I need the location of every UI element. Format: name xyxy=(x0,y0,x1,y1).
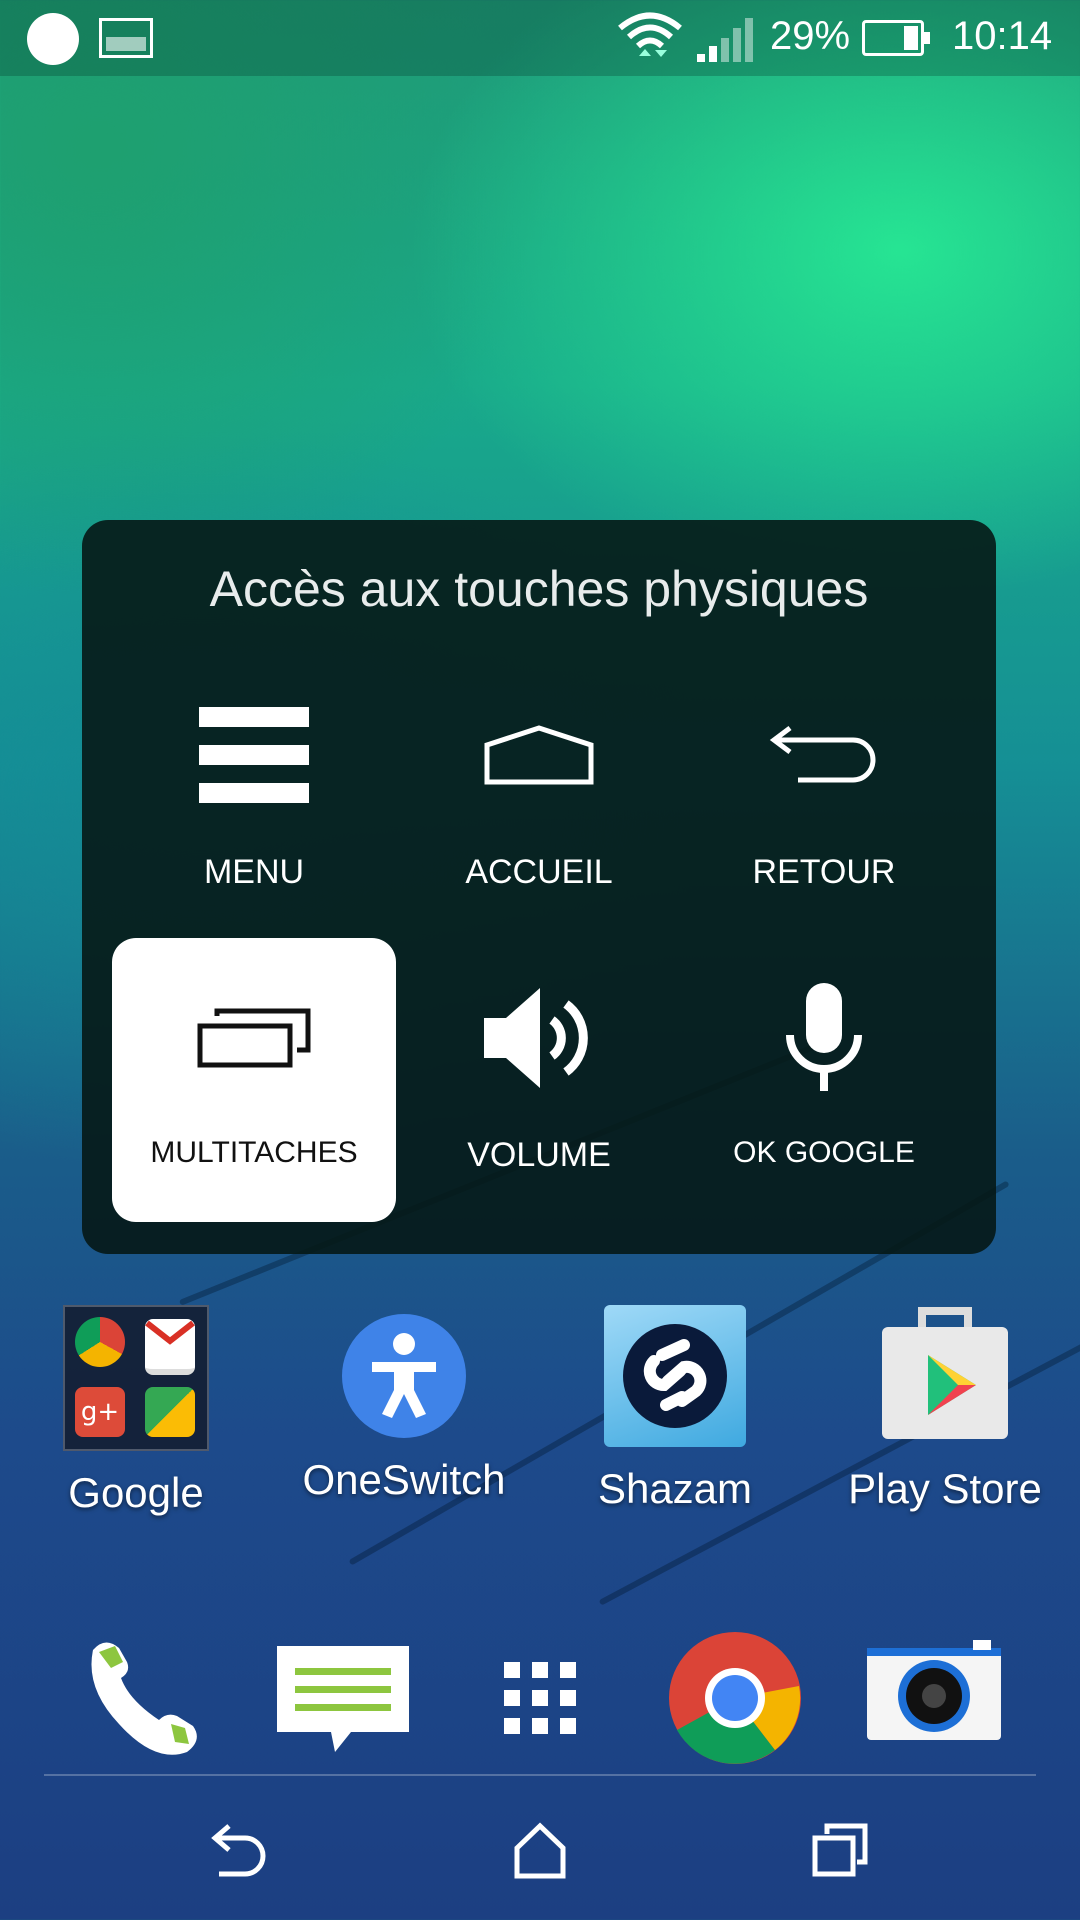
back-arrow-icon xyxy=(682,695,966,815)
nav-back-icon[interactable] xyxy=(205,1820,275,1880)
menu-icon xyxy=(112,695,396,815)
google-folder-icon: g+ xyxy=(63,1305,209,1451)
key-label: MULTITACHES xyxy=(150,1136,358,1169)
microphone-icon xyxy=(682,978,966,1098)
app-label: Shazam xyxy=(597,1465,753,1512)
recent-apps-icon xyxy=(112,978,396,1098)
app-label: OneSwitch xyxy=(302,1456,506,1503)
ok-google-key[interactable]: OK GOOGLE xyxy=(682,938,966,1222)
gallery-notification-icon xyxy=(99,18,153,58)
chrome-mini-icon xyxy=(75,1317,125,1367)
play-store-icon xyxy=(874,1305,1016,1447)
key-label: RETOUR xyxy=(752,853,896,891)
nav-home-icon[interactable] xyxy=(505,1820,575,1880)
key-label: VOLUME xyxy=(467,1136,611,1174)
home-icon xyxy=(397,695,681,815)
battery-icon xyxy=(862,20,930,56)
panel-title: Accès aux touches physiques xyxy=(209,561,869,617)
app-google-folder[interactable]: g+ Google xyxy=(26,1305,246,1517)
shazam-icon xyxy=(604,1305,746,1447)
key-label: MENU xyxy=(203,853,305,891)
chrome-icon[interactable] xyxy=(665,1628,805,1768)
gmail-mini-icon xyxy=(145,1319,195,1375)
google-plus-mini-icon: g+ xyxy=(75,1387,125,1437)
accessibility-icon xyxy=(342,1314,466,1438)
wifi-icon xyxy=(618,12,682,57)
back-key[interactable]: RETOUR xyxy=(682,655,966,939)
menu-key[interactable]: MENU xyxy=(112,655,396,939)
multitask-key[interactable]: MULTITACHES xyxy=(112,938,396,1222)
signal-icon xyxy=(697,18,753,62)
app-label: Play Store xyxy=(848,1465,1042,1512)
dock-divider xyxy=(44,1774,1036,1776)
status-bar: 29% 10:14 xyxy=(0,0,1080,76)
clock: 10:14 xyxy=(952,14,1053,58)
phone-icon[interactable] xyxy=(75,1628,215,1768)
battery-percent: 29% xyxy=(770,14,851,58)
maps-mini-icon xyxy=(145,1387,195,1437)
app-shazam[interactable]: Shazam xyxy=(565,1305,785,1513)
app-drawer-icon[interactable] xyxy=(470,1628,610,1768)
app-oneswitch[interactable]: OneSwitch xyxy=(294,1305,514,1504)
app-label: Google xyxy=(68,1469,204,1516)
notification-dot-icon xyxy=(27,13,79,65)
speaker-icon xyxy=(397,978,681,1098)
app-play-store[interactable]: Play Store xyxy=(835,1305,1055,1513)
key-label: ACCUEIL xyxy=(465,853,613,891)
key-label: OK GOOGLE xyxy=(733,1136,915,1169)
camera-icon[interactable] xyxy=(865,1628,1005,1768)
battery-fill xyxy=(904,26,918,50)
volume-key[interactable]: VOLUME xyxy=(397,938,681,1222)
nav-recents-icon[interactable] xyxy=(805,1820,875,1880)
home-key[interactable]: ACCUEIL xyxy=(397,655,681,939)
messages-icon[interactable] xyxy=(275,1628,415,1768)
physical-keys-panel: Accès aux touches physiques MENU ACCUEIL… xyxy=(82,520,996,1254)
